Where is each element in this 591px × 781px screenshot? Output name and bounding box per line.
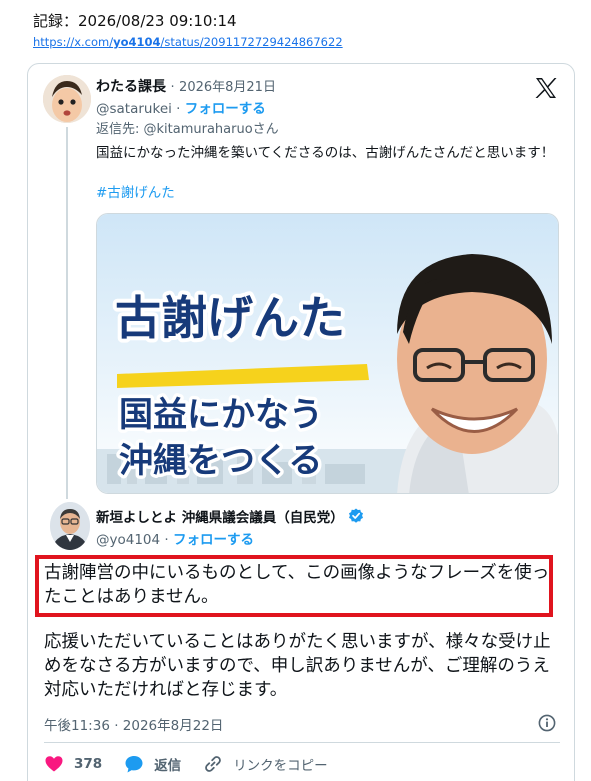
main-author-name[interactable]: 新垣よしとよ 沖縄県議会議員（自民党）	[96, 506, 344, 526]
main-tweet-highlighted-text: 古謝陣営の中にいるものとして、この画像ようなフレーズを使ったことはありません。	[44, 563, 550, 607]
parent-date[interactable]: 2026年8月21日	[179, 80, 276, 95]
copy-link-label: リンクをコピー	[233, 758, 328, 774]
heart-icon	[45, 756, 63, 772]
like-count: 378	[74, 756, 103, 772]
banner-name-text-fill: 古謝げんた	[115, 291, 345, 345]
record-timestamp: 記録：2026/08/23 09:10:14	[33, 12, 237, 30]
parent-avatar[interactable]	[43, 75, 91, 123]
main-tweet-body-text: 応援いただいていることはありがたく思いますが、様々な受け止めをなさる方がいますの…	[44, 632, 551, 700]
embedded-tweet-card[interactable]: わたる課長 · 2026年8月21日 @satarukei · フォローする 返…	[27, 63, 575, 781]
tweet-actions-bar: 378 返信 リンクをコピー	[44, 754, 350, 774]
action-divider	[44, 742, 560, 743]
url-user: yo4104	[113, 35, 161, 49]
reply-to-label: 返信先: @kitamuraharuoさん	[96, 122, 279, 137]
reply-bubble-icon	[125, 756, 143, 773]
url-prefix: https://x.com/	[33, 35, 114, 49]
parent-handle-row: @satarukei · フォローする	[96, 97, 266, 117]
reply-button[interactable]: 返信	[124, 754, 181, 774]
x-logo-icon[interactable]	[534, 76, 558, 100]
parent-follow-button[interactable]: フォローする	[185, 101, 266, 117]
reply-label: 返信	[154, 758, 182, 774]
parent-handle[interactable]: @satarukei	[96, 101, 172, 117]
separator-dot: ·	[164, 532, 169, 548]
url-suffix: /status/2091172729424867622	[160, 35, 343, 49]
like-button[interactable]: 378	[44, 754, 102, 774]
separator-dot: ·	[176, 101, 181, 117]
thread-connector-line	[66, 127, 68, 499]
banner-slogan-line2-fill: 沖縄をつくる	[119, 441, 322, 481]
separator-dot: ·	[170, 80, 175, 95]
main-handle[interactable]: @yo4104	[96, 532, 160, 548]
main-author-avatar[interactable]	[50, 502, 90, 550]
campaign-banner-image[interactable]: 古謝げんた 古謝げんた 国益にかなう 国益にかなう 沖縄をつくる 沖縄をつくる	[96, 213, 559, 494]
main-follow-button[interactable]: フォローする	[173, 532, 254, 548]
parent-tweet-text: 国益にかなった沖縄を築いてくださるのは、古謝げんたさんだと思います！	[96, 145, 555, 161]
banner-slogan-line1-fill: 国益にかなう	[119, 395, 323, 435]
link-icon	[205, 756, 222, 772]
parent-name-row: わたる課長 · 2026年8月21日	[96, 76, 276, 96]
record-url-link[interactable]: https://x.com/yo4104/status/209117272942…	[33, 35, 343, 49]
verified-badge-icon	[348, 508, 363, 523]
main-name-row: 新垣よしとよ 沖縄県議会議員（自民党）	[96, 506, 364, 526]
info-icon[interactable]	[538, 714, 556, 732]
main-handle-row: @yo4104 · フォローする	[96, 528, 254, 548]
parent-author-name[interactable]: わたる課長	[96, 79, 166, 95]
parent-hashtag-link[interactable]: #古謝げんた	[96, 181, 175, 201]
copy-link-button[interactable]: リンクをコピー	[203, 754, 328, 774]
main-tweet-timestamp[interactable]: 午後11:36 · 2026年8月22日	[44, 714, 223, 734]
